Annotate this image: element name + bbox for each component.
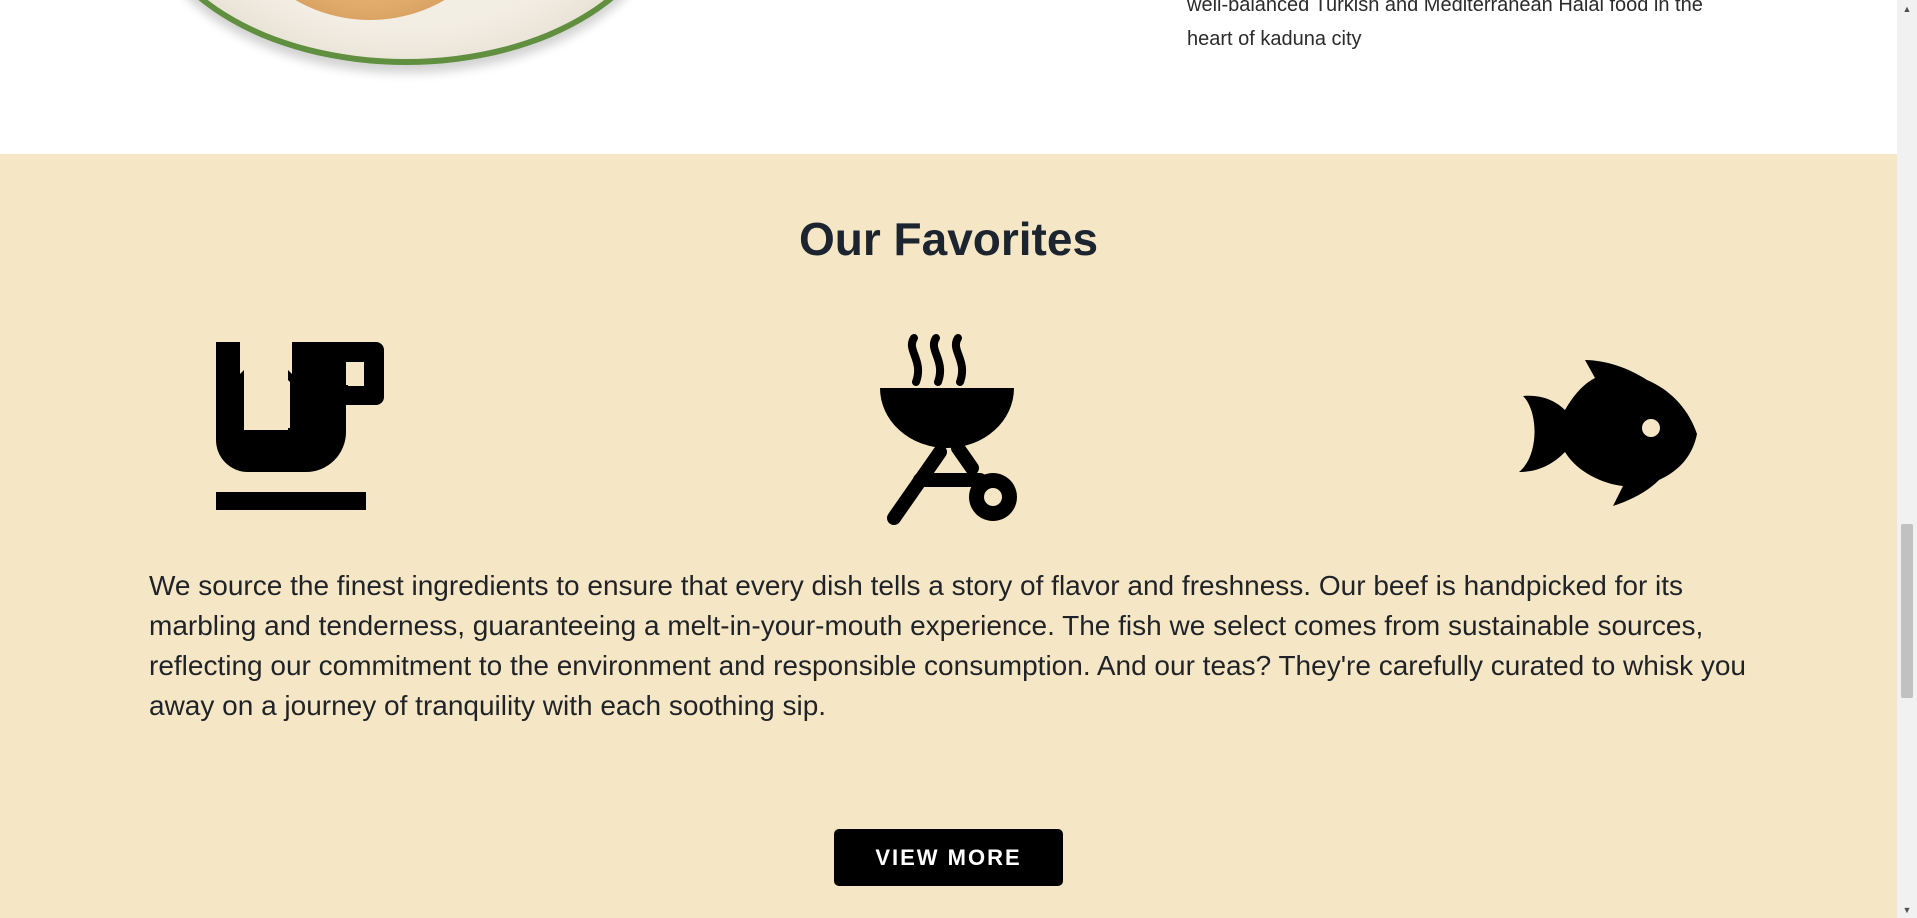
tea-cup-icon (216, 342, 386, 512)
page: well-balanced Turkish and Mediterranean … (0, 0, 1917, 918)
favorites-section: Our Favorites We source the finest ingre… (0, 154, 1897, 918)
favorites-description: We source the finest ingredients to ensu… (149, 570, 1746, 721)
section-title: Our Favorites (798, 213, 1099, 265)
scrollbar-thumb[interactable] (1901, 524, 1913, 698)
scroll-up-arrow-icon[interactable]: ▲ (1897, 0, 1917, 17)
grill-icon (880, 330, 1026, 526)
fish-icon (1513, 360, 1703, 506)
intro-section: well-balanced Turkish and Mediterranean … (0, 0, 1897, 154)
view-more-button[interactable]: VIEW MORE (834, 829, 1063, 886)
scrollbar[interactable]: ▲ ▼ (1897, 0, 1917, 918)
scroll-down-arrow-icon[interactable]: ▼ (1897, 901, 1917, 918)
intro-text: well-balanced Turkish and Mediterranean … (1187, 0, 1787, 56)
intro-text-line-1: well-balanced Turkish and Mediterranean … (1187, 0, 1703, 16)
intro-text-line-2: heart of kaduna city (1187, 28, 1362, 50)
